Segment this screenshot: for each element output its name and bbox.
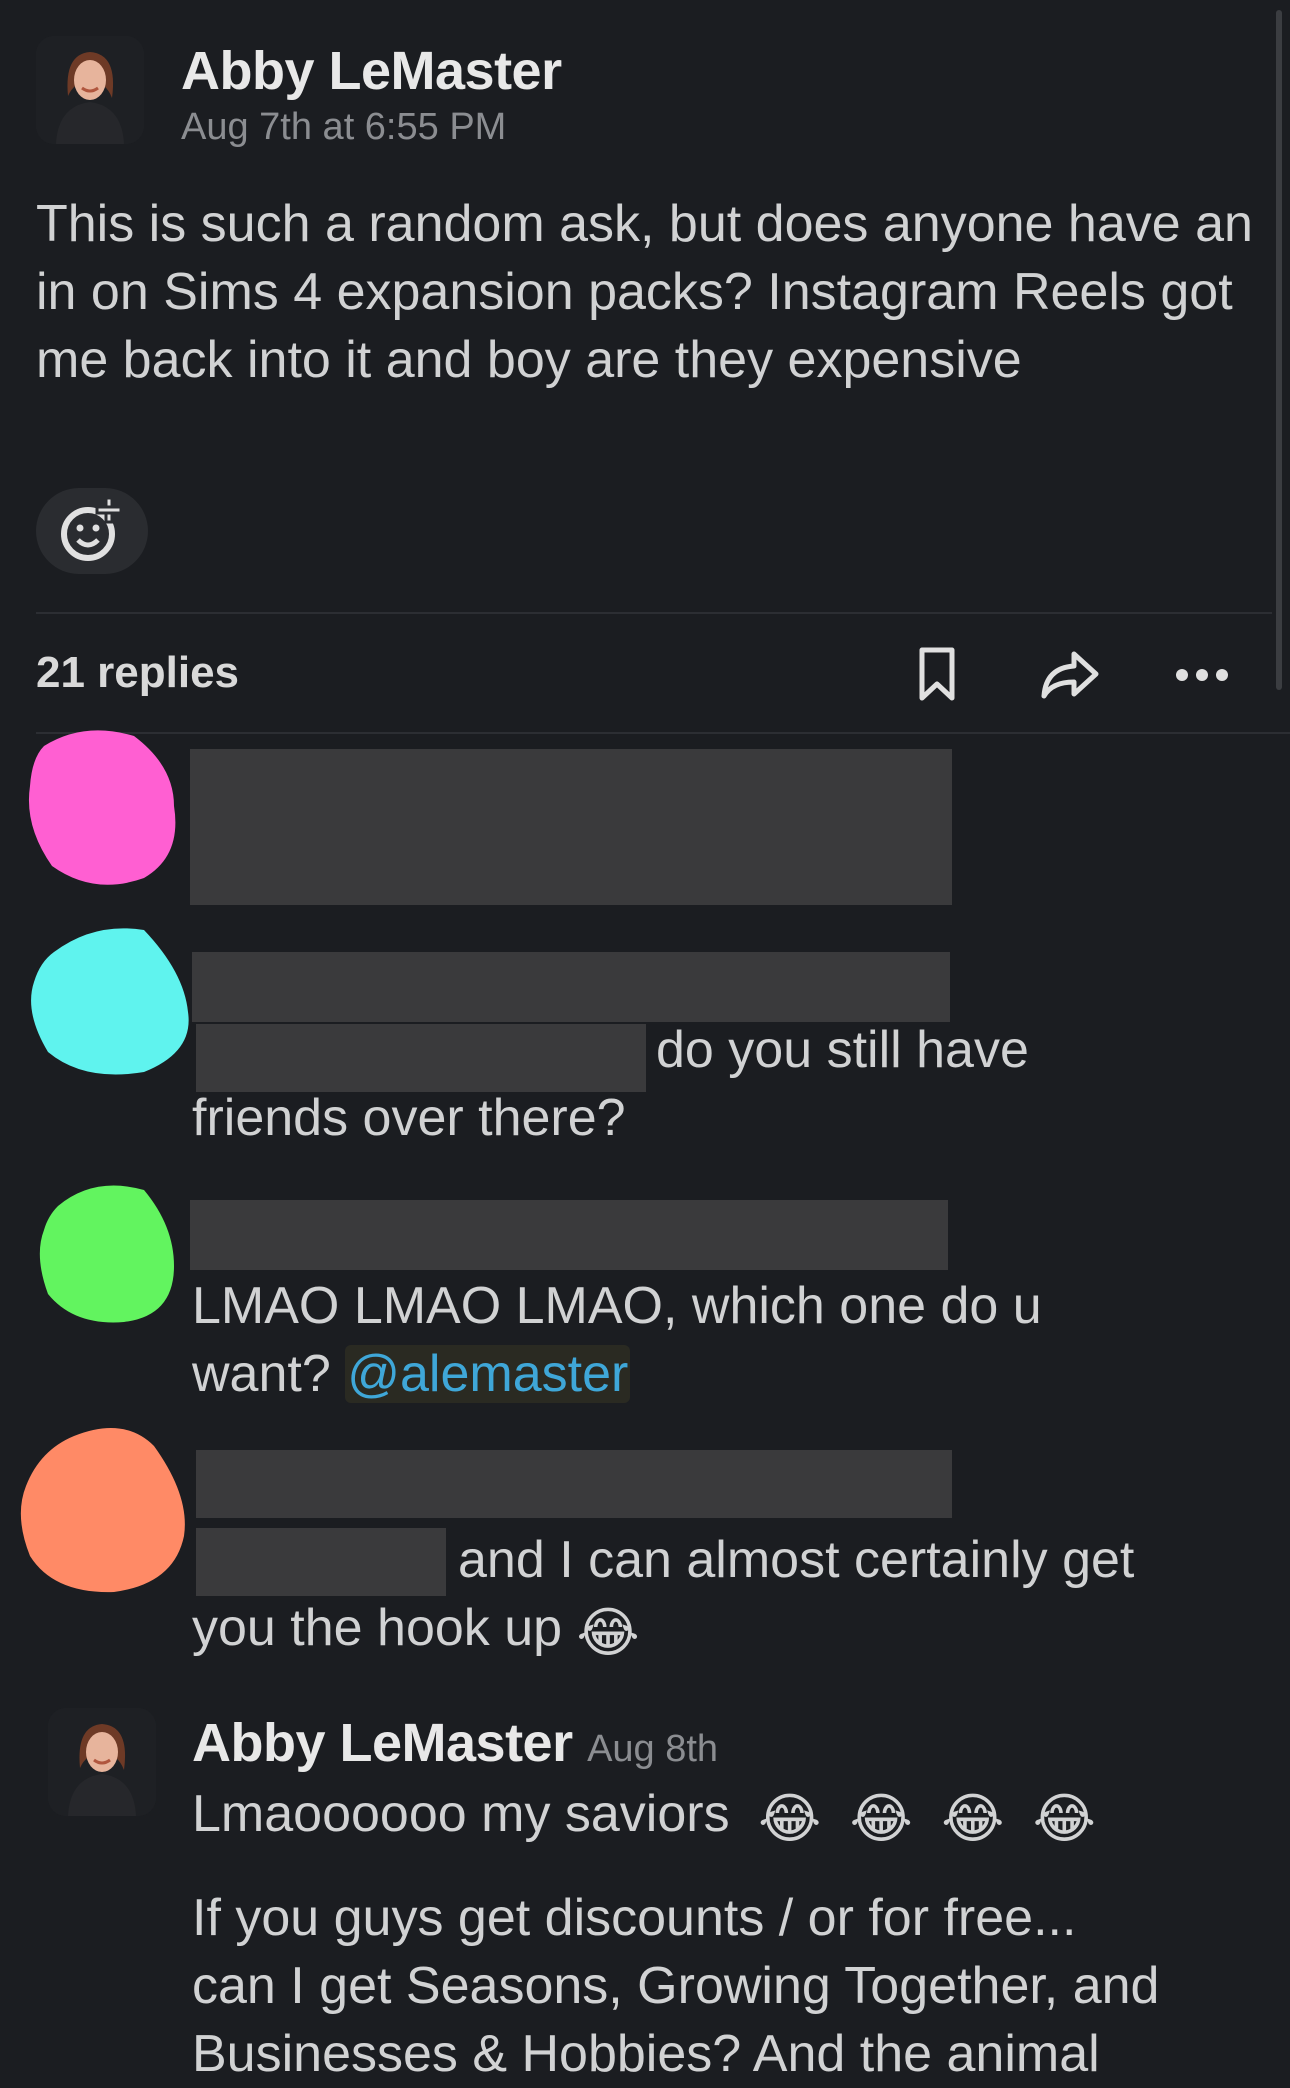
reply-text: LMAO LMAO LMAO, which one do u (192, 1277, 1042, 1335)
reply-text: Businesses & Hobbies? And the animal (192, 2025, 1100, 2083)
share-icon[interactable] (1038, 648, 1102, 702)
redacted-block (190, 749, 952, 905)
tears-of-joy-emoji: 😂 (576, 1603, 640, 1663)
reply-text: If you guys get discounts / or for free.… (192, 1889, 1077, 1947)
add-reaction-button[interactable] (36, 488, 148, 574)
more-icon[interactable] (1172, 660, 1232, 690)
reply-text-line: you the hook up 😂 (192, 1594, 640, 1662)
reply-text-line: want? @alemaster (192, 1340, 631, 1408)
redacted-block (196, 1528, 446, 1596)
user-mention[interactable]: @alemaster (345, 1345, 631, 1403)
author-avatar[interactable] (36, 36, 144, 144)
divider (36, 732, 1290, 734)
reply-text: want? (192, 1345, 331, 1403)
message-timestamp[interactable]: Aug 7th at 6:55 PM (181, 106, 506, 149)
reply-text: do you still have (656, 1021, 1029, 1079)
author-avatar[interactable] (48, 1708, 156, 1816)
emoji-add-icon (61, 496, 123, 561)
redacted-block (192, 952, 950, 1022)
reply-timestamp[interactable]: Aug 8th (587, 1728, 718, 1770)
redacted-block (190, 1200, 948, 1270)
reply-text: can I get Seasons, Growing Together, and (192, 1957, 1160, 2015)
redacted-avatar (28, 730, 176, 885)
divider (36, 612, 1272, 614)
tears-of-joy-emoji: 😂 (849, 1789, 913, 1849)
redacted-avatar (31, 928, 189, 1075)
redacted-block (196, 1450, 952, 1518)
tears-of-joy-emoji: 😂 (1032, 1789, 1096, 1849)
bookmark-icon[interactable] (912, 644, 962, 704)
redacted-avatar (20, 1428, 185, 1593)
author-name[interactable]: Abby LeMaster (192, 1713, 573, 1773)
reply-text: friends over there? (192, 1089, 626, 1147)
reply-text-line: Lmaoooooo my saviors 😂 😂 😂 😂 (192, 1780, 1096, 1848)
message-body: This is such a random ask, but does anyo… (36, 195, 1253, 389)
reply-text: Lmaoooooo my saviors (192, 1785, 730, 1843)
redacted-block (196, 1024, 646, 1092)
author-name[interactable]: Abby LeMaster (181, 40, 562, 102)
reply-text: and I can almost certainly get (458, 1531, 1135, 1589)
tears-of-joy-emoji: 😂 (941, 1789, 1005, 1849)
reply-header: Abby LeMaster Aug 8th (192, 1712, 718, 1774)
redacted-avatar (39, 1185, 174, 1323)
replies-count: 21 replies (36, 648, 240, 697)
tears-of-joy-emoji: 😂 (758, 1789, 822, 1849)
scrollbar[interactable] (1276, 10, 1282, 690)
reply-text: you the hook up (192, 1599, 563, 1657)
